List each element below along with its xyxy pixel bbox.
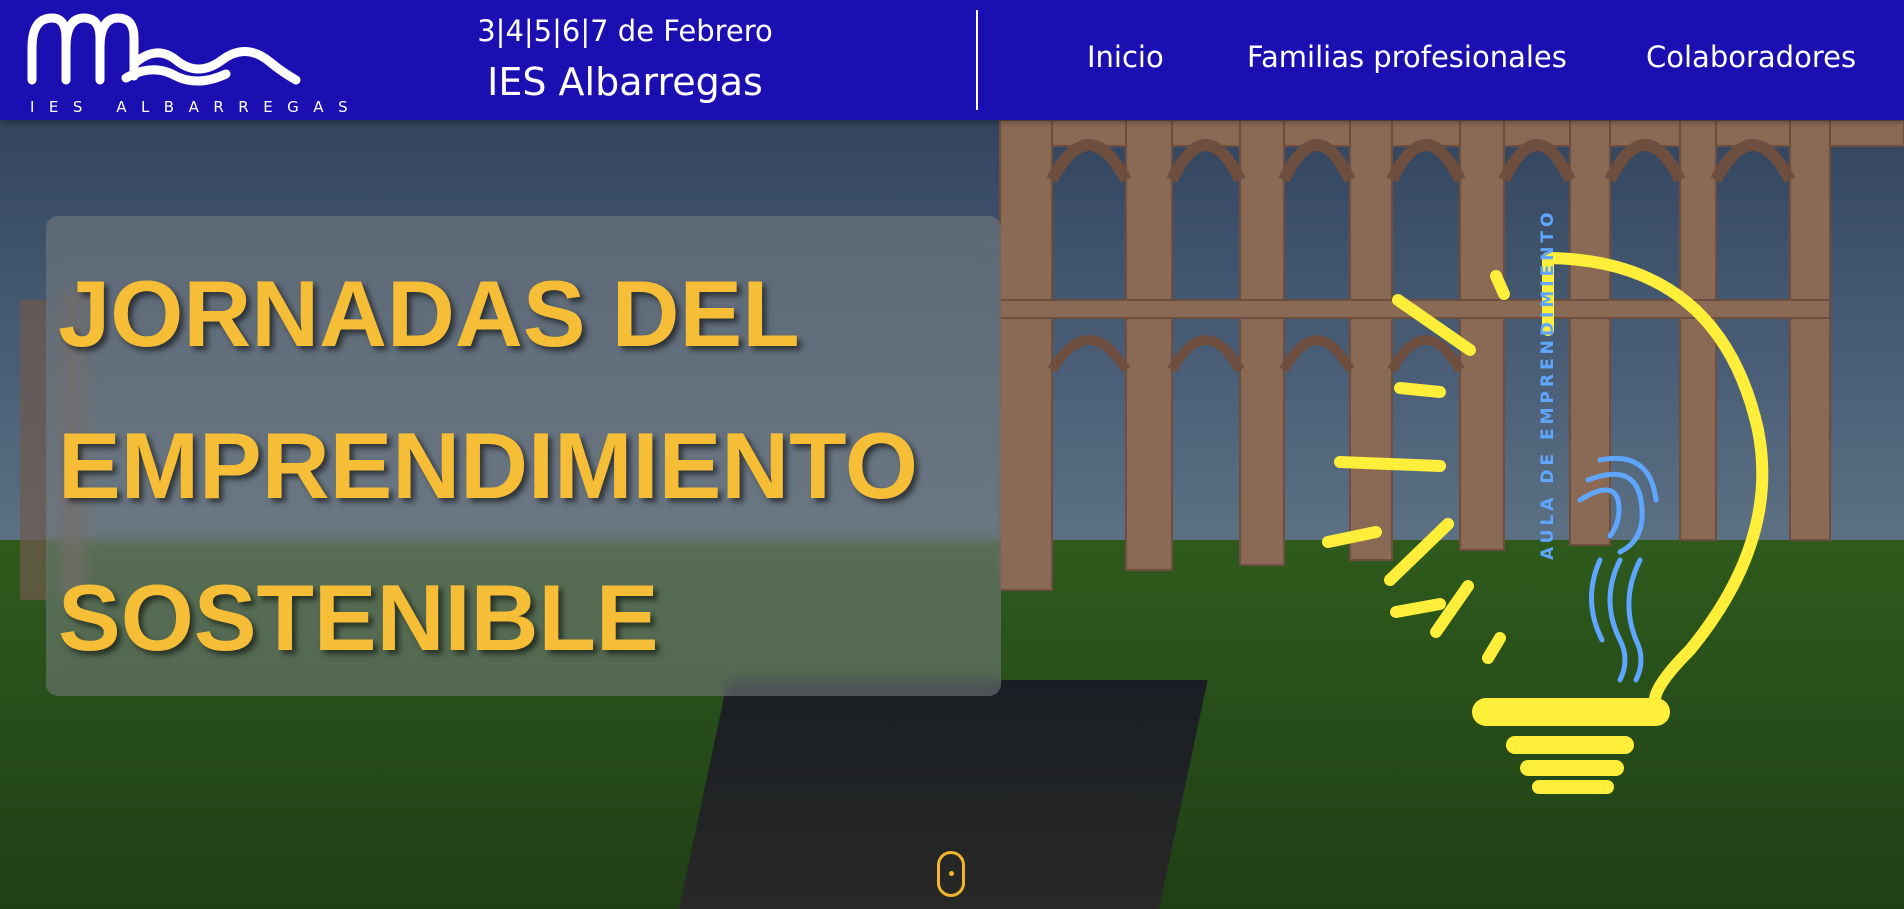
- mouse-scroll-icon[interactable]: [937, 851, 965, 897]
- hero-title: JORNADAS DEL EMPRENDIMIENTO SOSTENIBLE: [58, 238, 998, 694]
- logo-waves-icon: [27, 13, 301, 86]
- nav-familias-profesionales[interactable]: Familias profesionales: [1247, 40, 1567, 74]
- event-dates: 3|4|5|6|7 de Febrero: [477, 14, 773, 48]
- scroll-dot-icon: [949, 871, 954, 876]
- ies-albarregas-logo[interactable]: IES ALBARREGAS: [26, 8, 348, 116]
- hero-title-line-3: SOSTENIBLE: [58, 565, 659, 670]
- logo-text: IES ALBARREGAS: [30, 98, 363, 116]
- event-school: IES Albarregas: [487, 60, 763, 104]
- site-header: IES ALBARREGAS 3|4|5|6|7 de Febrero IES …: [0, 0, 1904, 120]
- nav-inicio[interactable]: Inicio: [1087, 40, 1164, 74]
- header-divider: [976, 10, 978, 110]
- aula-emprendimiento-label: AULA DE EMPRENDIMIENTO: [1538, 208, 1558, 560]
- hero-section: JORNADAS DEL EMPRENDIMIENTO SOSTENIBLE A…: [0, 120, 1904, 909]
- hero-title-line-1: JORNADAS DEL: [58, 261, 800, 366]
- hero-title-line-2: EMPRENDIMIENTO: [58, 413, 918, 518]
- nav-colaboradores[interactable]: Colaboradores: [1646, 40, 1856, 74]
